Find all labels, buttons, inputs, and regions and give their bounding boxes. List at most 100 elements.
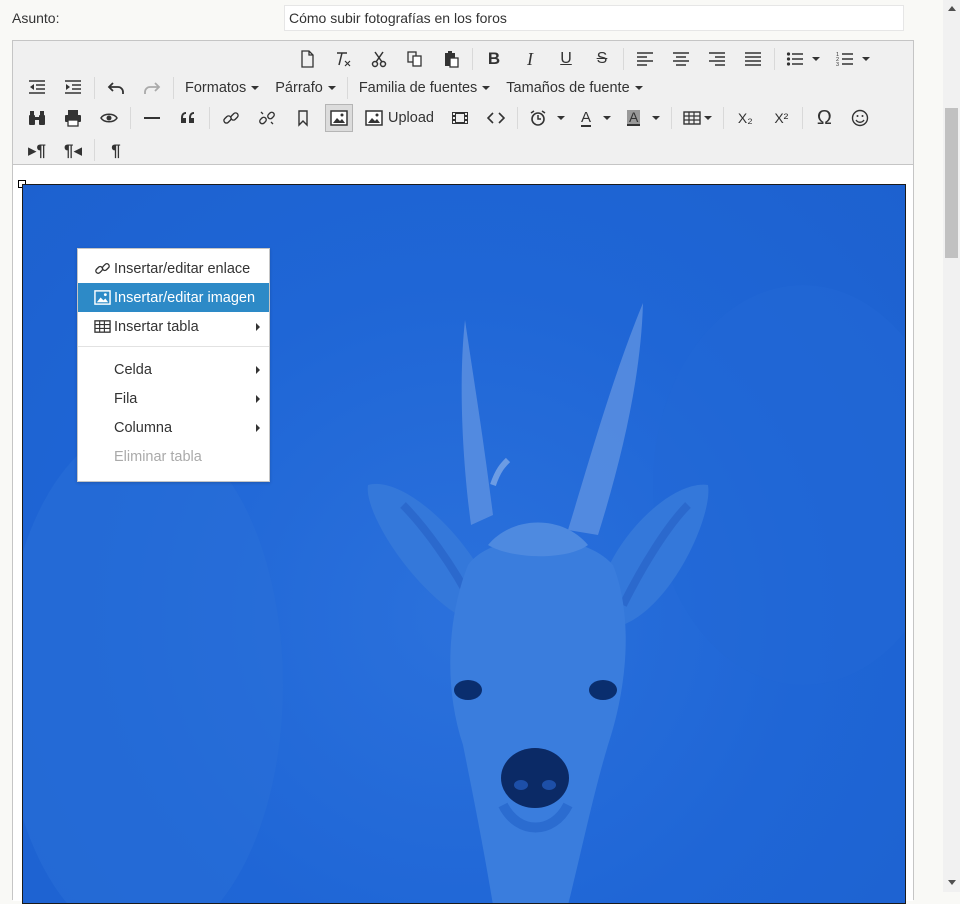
paste-button[interactable] bbox=[437, 45, 465, 73]
find-replace-button[interactable] bbox=[23, 104, 51, 132]
toolbar-separator bbox=[516, 107, 518, 129]
page-scrollbar[interactable] bbox=[943, 0, 960, 892]
text-color-button[interactable]: A bbox=[577, 104, 615, 132]
emoticons-button[interactable] bbox=[846, 104, 874, 132]
paragraph-dropdown[interactable]: Párrafo bbox=[269, 74, 342, 102]
font-size-dropdown[interactable]: Tamaños de fuente bbox=[500, 74, 648, 102]
justify-button[interactable] bbox=[739, 45, 767, 73]
align-left-button[interactable] bbox=[631, 45, 659, 73]
align-center-button[interactable] bbox=[667, 45, 695, 73]
formats-dropdown[interactable]: Formatos bbox=[179, 74, 265, 102]
insert-link-button[interactable] bbox=[217, 104, 245, 132]
toolbar-separator bbox=[774, 48, 775, 70]
cut-button[interactable] bbox=[365, 45, 393, 73]
new-document-button[interactable] bbox=[293, 45, 321, 73]
formats-dropdown-label: Formatos bbox=[185, 80, 247, 96]
numbered-list-icon: 123 bbox=[836, 52, 853, 68]
smiley-icon bbox=[852, 109, 869, 127]
preview-button[interactable] bbox=[95, 104, 123, 132]
horizontal-rule-button[interactable] bbox=[138, 104, 166, 132]
superscript-button[interactable]: X² bbox=[767, 104, 795, 132]
bookmark-icon bbox=[298, 110, 308, 127]
toolbar-separator bbox=[130, 107, 131, 129]
menu-item-label: Fila bbox=[114, 390, 138, 407]
chevron-down-icon bbox=[251, 86, 260, 90]
menu-item-label: Columna bbox=[114, 419, 173, 436]
toolbar-row-2: Formatos Párrafo Familia de fuentes Tama… bbox=[19, 73, 651, 103]
menu-item-label: Insertar tabla bbox=[114, 318, 199, 335]
table-icon bbox=[94, 320, 111, 333]
strikethrough-icon: S bbox=[596, 50, 608, 67]
menu-separator bbox=[78, 346, 269, 347]
subscript-button[interactable]: X₂ bbox=[731, 104, 759, 132]
numbered-list-button[interactable]: 123 bbox=[832, 45, 874, 73]
bold-button[interactable]: B bbox=[480, 45, 508, 73]
menu-item-label: Insertar/editar enlace bbox=[114, 260, 251, 277]
strikethrough-button[interactable]: S bbox=[588, 45, 616, 73]
align-center-icon bbox=[673, 52, 689, 66]
chevron-down-icon bbox=[482, 86, 491, 90]
link-icon bbox=[223, 112, 239, 124]
undo-button[interactable] bbox=[102, 74, 130, 102]
justify-icon bbox=[745, 52, 761, 66]
menu-item-column[interactable]: Columna bbox=[78, 413, 269, 442]
menu-item-label: Celda bbox=[114, 361, 152, 378]
special-character-button[interactable]: Ω bbox=[810, 104, 838, 132]
menu-item-insert-image[interactable]: Insertar/editar imagen bbox=[78, 283, 269, 312]
rtl-direction-button[interactable]: ¶◂ bbox=[59, 136, 87, 164]
chevron-right-icon bbox=[256, 323, 260, 331]
upload-button-label: Upload bbox=[388, 110, 434, 126]
italic-button[interactable]: I bbox=[516, 45, 544, 73]
font-family-dropdown[interactable]: Familia de fuentes bbox=[353, 74, 496, 102]
toolbar-separator bbox=[209, 107, 210, 129]
background-color-button[interactable]: A bbox=[623, 104, 664, 132]
align-right-button[interactable] bbox=[703, 45, 731, 73]
toolbar-separator bbox=[346, 77, 348, 99]
context-menu: Insertar/editar enlace Insertar/editar i… bbox=[77, 248, 270, 482]
copy-button[interactable] bbox=[401, 45, 429, 73]
insert-datetime-button[interactable] bbox=[525, 104, 569, 132]
print-button[interactable] bbox=[59, 104, 87, 132]
insert-media-button[interactable] bbox=[446, 104, 474, 132]
subject-input[interactable] bbox=[284, 5, 904, 31]
menu-item-cell[interactable]: Celda bbox=[78, 355, 269, 384]
underline-button[interactable]: U bbox=[552, 45, 580, 73]
ltr-direction-button[interactable]: ▸¶ bbox=[23, 136, 51, 164]
new-document-icon bbox=[301, 50, 314, 68]
chevron-down-icon bbox=[812, 57, 820, 61]
unlink-button[interactable] bbox=[253, 104, 281, 132]
upload-button[interactable]: Upload bbox=[361, 104, 438, 132]
source-code-button[interactable] bbox=[482, 104, 510, 132]
toolbar-separator bbox=[723, 107, 725, 129]
horizontal-rule-icon bbox=[144, 117, 160, 119]
menu-item-insert-table[interactable]: Insertar tabla bbox=[78, 312, 269, 341]
redo-icon bbox=[144, 82, 161, 94]
redo-button[interactable] bbox=[138, 74, 166, 102]
bullet-list-button[interactable] bbox=[782, 45, 824, 73]
indent-button[interactable] bbox=[59, 74, 87, 102]
background-color-icon: A bbox=[626, 109, 641, 126]
menu-item-delete-table: Eliminar tabla bbox=[78, 442, 269, 471]
paste-icon bbox=[445, 51, 459, 68]
outdent-button[interactable] bbox=[23, 74, 51, 102]
scrollbar-thumb[interactable] bbox=[945, 108, 958, 258]
insert-image-button[interactable] bbox=[325, 104, 353, 132]
scroll-up-arrow-icon[interactable] bbox=[948, 6, 956, 11]
menu-item-insert-link[interactable]: Insertar/editar enlace bbox=[78, 254, 269, 283]
toolbar-separator bbox=[623, 48, 624, 70]
subscript-icon: X₂ bbox=[737, 110, 753, 126]
table-button[interactable] bbox=[679, 104, 716, 132]
scroll-down-arrow-icon[interactable] bbox=[948, 880, 956, 885]
code-icon bbox=[486, 112, 505, 124]
chevron-down-icon bbox=[327, 86, 336, 90]
text-color-icon: A bbox=[580, 108, 591, 127]
toolbar-row-1: B I U S 123 bbox=[289, 44, 878, 74]
blockquote-button[interactable] bbox=[174, 104, 202, 132]
printer-icon bbox=[65, 110, 81, 127]
paragraph-dropdown-label: Párrafo bbox=[275, 80, 323, 96]
clear-formatting-button[interactable] bbox=[329, 45, 357, 73]
menu-item-row[interactable]: Fila bbox=[78, 384, 269, 413]
show-blocks-button[interactable]: ¶ bbox=[102, 136, 130, 164]
image-icon bbox=[330, 110, 348, 126]
anchor-button[interactable] bbox=[289, 104, 317, 132]
